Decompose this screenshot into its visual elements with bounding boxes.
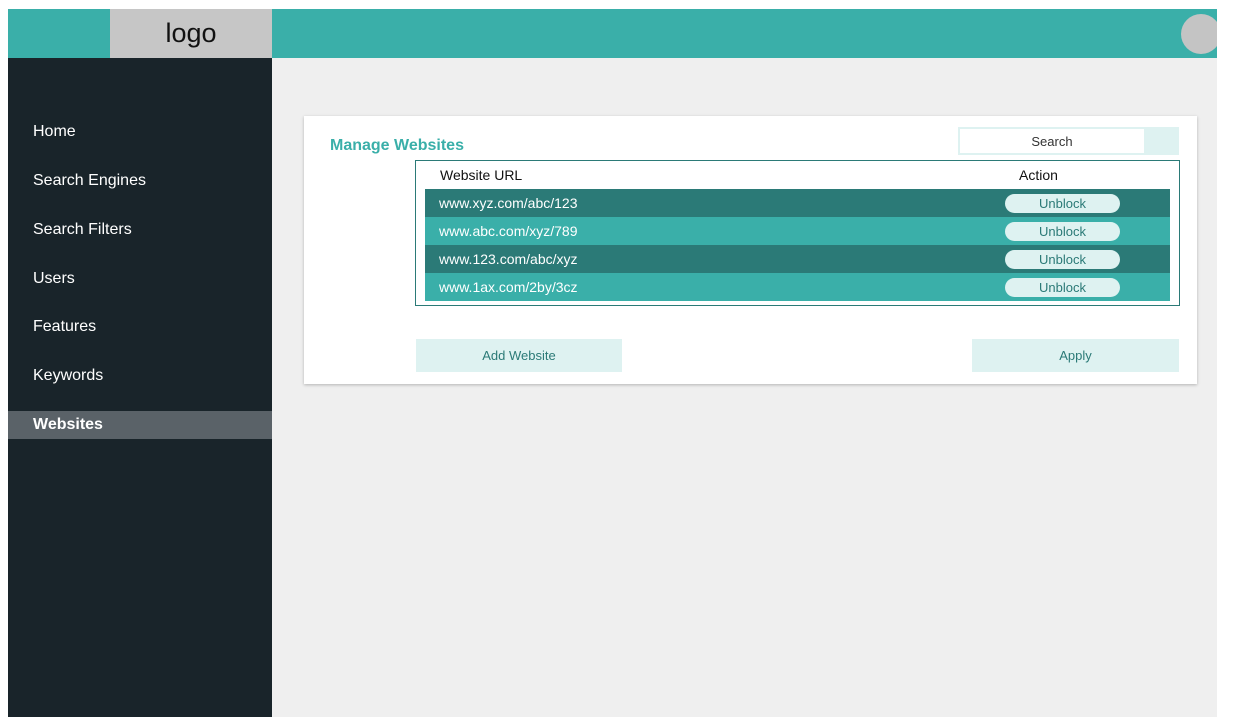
website-url: www.abc.com/xyz/789	[439, 223, 578, 239]
table-row: www.1ax.com/2by/3cz Unblock	[425, 273, 1170, 301]
page-title: Manage Websites	[330, 137, 464, 154]
apply-button[interactable]: Apply	[972, 339, 1179, 372]
column-header-action: Action	[1019, 167, 1058, 183]
sidebar-item-keywords[interactable]: Keywords	[8, 362, 272, 390]
table-row: www.abc.com/xyz/789 Unblock	[425, 217, 1170, 245]
website-url: www.123.com/abc/xyz	[439, 251, 578, 267]
sidebar-item-search-filters[interactable]: Search Filters	[8, 216, 272, 244]
table-row: www.xyz.com/abc/123 Unblock	[425, 189, 1170, 217]
sidebar-item-users[interactable]: Users	[8, 265, 272, 293]
unblock-button[interactable]: Unblock	[1005, 194, 1120, 213]
column-header-url: Website URL	[440, 167, 523, 183]
manage-websites-card: Manage Websites Website URL Action www.x…	[304, 116, 1197, 384]
website-url: www.1ax.com/2by/3cz	[439, 279, 578, 295]
sidebar-item-features[interactable]: Features	[8, 313, 272, 341]
unblock-button[interactable]: Unblock	[1005, 278, 1120, 297]
logo-area: logo	[8, 9, 272, 58]
sidebar-item-search-engines[interactable]: Search Engines	[8, 167, 272, 195]
user-avatar[interactable]	[1181, 14, 1217, 54]
app-window: logo Home Search Engines Search Filters …	[8, 9, 1217, 717]
search-input[interactable]	[960, 129, 1144, 153]
sidebar-item-home[interactable]: Home	[8, 118, 272, 146]
sidebar-item-websites[interactable]: Websites	[8, 411, 272, 439]
sidebar: Home Search Engines Search Filters Users…	[8, 58, 272, 717]
add-website-button[interactable]: Add Website	[416, 339, 622, 372]
search-box	[958, 127, 1179, 155]
top-bar: logo	[8, 9, 1217, 58]
logo: logo	[110, 9, 272, 58]
table-row: www.123.com/abc/xyz Unblock	[425, 245, 1170, 273]
website-url: www.xyz.com/abc/123	[439, 195, 578, 211]
unblock-button[interactable]: Unblock	[1005, 250, 1120, 269]
websites-table: Website URL Action www.xyz.com/abc/123 U…	[415, 160, 1180, 306]
table-header: Website URL Action	[416, 161, 1179, 188]
unblock-button[interactable]: Unblock	[1005, 222, 1120, 241]
